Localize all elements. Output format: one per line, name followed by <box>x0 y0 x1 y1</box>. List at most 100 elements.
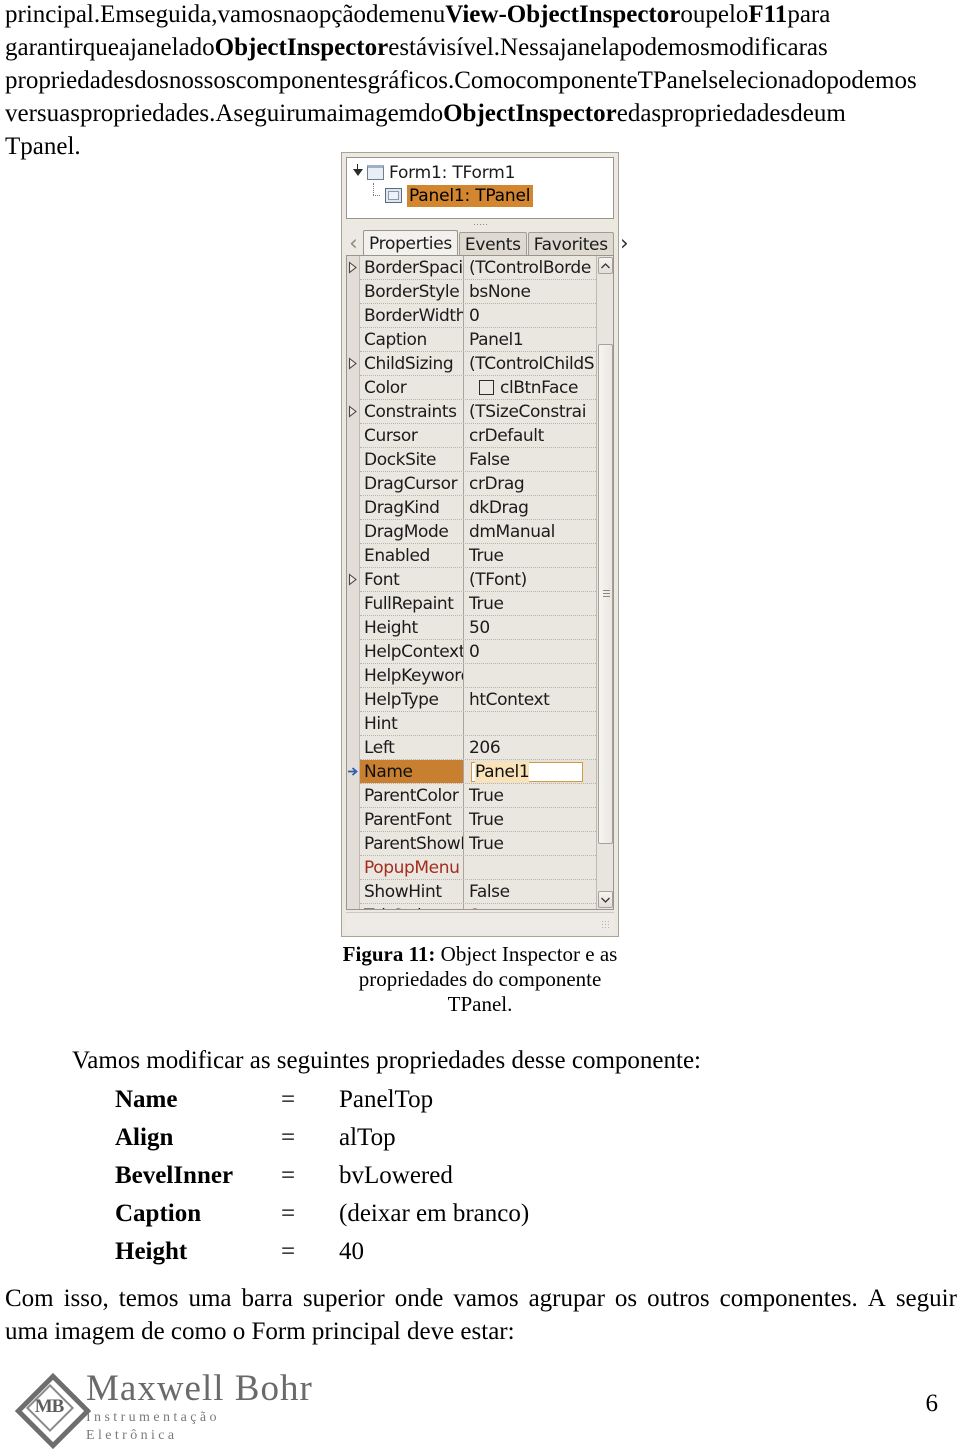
property-change-row: BevelInner = bvLowered <box>115 1162 529 1200</box>
property-name: Left <box>360 736 464 759</box>
property-grid-scrollbar[interactable] <box>596 256 613 909</box>
property-value[interactable]: 206 <box>464 736 596 759</box>
property-value[interactable]: True <box>464 592 596 615</box>
property-row[interactable]: ShowHint False <box>360 880 596 904</box>
property-value[interactable]: False <box>464 448 596 471</box>
tree-item-label: Panel1: TPanel <box>407 184 534 207</box>
property-row[interactable]: Left 206 <box>360 736 596 760</box>
property-row[interactable]: Height 50 <box>360 616 596 640</box>
property-row[interactable]: Color clBtnFace <box>360 376 596 400</box>
closing-paragraph: Com isso, temos uma barra superior onde vamos ag… <box>5 1282 957 1348</box>
property-name: DragCursor <box>360 472 464 495</box>
property-value[interactable]: 0 <box>464 904 596 910</box>
property-name: DragMode <box>360 520 464 543</box>
property-name: ParentFont <box>360 808 464 831</box>
property-row[interactable]: Cursor crDefault <box>360 424 596 448</box>
property-row[interactable]: Name Panel1 <box>348 760 596 784</box>
property-value[interactable]: crDefault <box>464 424 596 447</box>
property-value[interactable]: dmManual <box>464 520 596 543</box>
property-row[interactable]: ParentColor True <box>360 784 596 808</box>
scrollbar-thumb[interactable] <box>598 344 613 844</box>
property-change-name: BevelInner <box>115 1162 234 1189</box>
footer-logo: MB Maxwell Bohr Instrumentação Eletrônic… <box>14 1370 318 1449</box>
property-name: ParentColor <box>360 784 464 807</box>
property-row[interactable]: DragKind dkDrag <box>360 496 596 520</box>
property-row[interactable]: HelpType htContext <box>360 688 596 712</box>
property-row[interactable]: Caption Panel1 <box>360 328 596 352</box>
property-row[interactable]: HelpContext 0 <box>360 640 596 664</box>
equals-sign: = <box>281 1238 296 1265</box>
property-value[interactable] <box>464 856 596 879</box>
property-value[interactable]: Panel1 <box>464 328 596 351</box>
property-value[interactable]: 0 <box>464 640 596 663</box>
property-change-row: Align = alTop <box>115 1124 529 1162</box>
property-value[interactable]: (TControlBorde <box>464 256 596 279</box>
property-row[interactable]: DragMode dmManual <box>360 520 596 544</box>
property-value[interactable]: True <box>464 832 596 855</box>
tab-properties[interactable]: Properties <box>363 230 458 256</box>
property-row[interactable]: ParentShowHiTrue <box>360 832 596 856</box>
property-value[interactable]: (TSizeConstrai <box>464 400 596 423</box>
property-value[interactable]: True <box>464 808 596 831</box>
figure-caption-label: Figura 11: <box>342 942 436 966</box>
property-row[interactable]: PopupMenu <box>360 856 596 880</box>
property-row[interactable]: FullRepaint True <box>360 592 596 616</box>
expander-icon[interactable] <box>351 163 365 180</box>
property-row[interactable]: TabOrder0 <box>360 904 596 910</box>
property-row[interactable]: HelpKeyword <box>360 664 596 688</box>
scroll-up-button[interactable] <box>598 257 613 274</box>
property-row[interactable]: ChildSizing (TControlChildS <box>348 352 596 376</box>
tab-scroll-right-icon[interactable]: › <box>615 230 634 256</box>
property-row[interactable]: Constraints (TSizeConstrai <box>348 400 596 424</box>
property-value[interactable]: True <box>464 784 596 807</box>
logo-subtitle: Instrumentação Eletrônica <box>86 1409 220 1443</box>
equals-sign: = <box>281 1086 296 1113</box>
property-row[interactable]: Enabled True <box>360 544 596 568</box>
form-icon <box>367 165 384 180</box>
page-number: 6 <box>925 1390 939 1417</box>
property-value[interactable]: 50 <box>464 616 596 639</box>
property-name: ChildSizing <box>348 352 464 375</box>
tab-favorites[interactable]: Favorites <box>527 232 614 256</box>
property-grid[interactable]: BorderSpacing(TControlBordeBorderStylebs… <box>346 255 614 910</box>
property-value[interactable]: (TFont) <box>464 568 596 591</box>
property-change-value: (deixar em branco) <box>339 1200 530 1227</box>
property-value[interactable]: 0 <box>464 304 596 327</box>
property-value[interactable]: clBtnFace <box>464 376 596 399</box>
property-row[interactable]: DragCursor crDrag <box>360 472 596 496</box>
property-value[interactable]: Panel1 <box>464 760 596 783</box>
property-row[interactable]: BorderWidth 0 <box>360 304 596 328</box>
tree-item-form1[interactable]: Form1: TForm1 <box>347 161 613 184</box>
scroll-down-button[interactable] <box>598 891 613 908</box>
component-tree[interactable]: Form1: TForm1 Panel1: TPanel <box>346 157 614 219</box>
property-row[interactable]: Hint <box>360 712 596 736</box>
property-name: FullRepaint <box>360 592 464 615</box>
tree-item-panel1[interactable]: Panel1: TPanel <box>347 182 613 207</box>
property-value-editor[interactable]: Panel1 <box>471 761 583 782</box>
property-row[interactable]: ParentFont True <box>360 808 596 832</box>
tab-events[interactable]: Events <box>458 232 527 256</box>
property-name: DockSite <box>360 448 464 471</box>
property-name: PopupMenu <box>360 856 464 879</box>
property-row[interactable]: BorderSpacing(TControlBorde <box>348 256 596 280</box>
property-value[interactable]: crDrag <box>464 472 596 495</box>
property-row[interactable]: DockSite False <box>360 448 596 472</box>
property-row[interactable]: Font (TFont) <box>348 568 596 592</box>
panel-icon <box>385 188 402 203</box>
property-value[interactable]: False <box>464 880 596 903</box>
property-value[interactable]: (TControlChildS <box>464 352 596 375</box>
property-value[interactable]: dkDrag <box>464 496 596 519</box>
property-name: Constraints <box>348 400 464 423</box>
tab-scroll-left-icon[interactable]: ‹ <box>344 230 363 256</box>
property-value[interactable]: bsNone <box>464 280 596 303</box>
property-value[interactable]: True <box>464 544 596 567</box>
property-value-text: Panel1 <box>475 761 530 782</box>
property-name: HelpKeyword <box>360 664 464 687</box>
property-row[interactable]: BorderStyle bsNone <box>360 280 596 304</box>
property-value[interactable] <box>464 712 596 735</box>
tree-item-label: Form1: TForm1 <box>389 162 516 183</box>
property-value[interactable] <box>464 664 596 687</box>
property-value[interactable]: htContext <box>464 688 596 711</box>
chevron-up-icon <box>601 262 610 268</box>
resize-grip-icon[interactable] <box>601 920 611 930</box>
